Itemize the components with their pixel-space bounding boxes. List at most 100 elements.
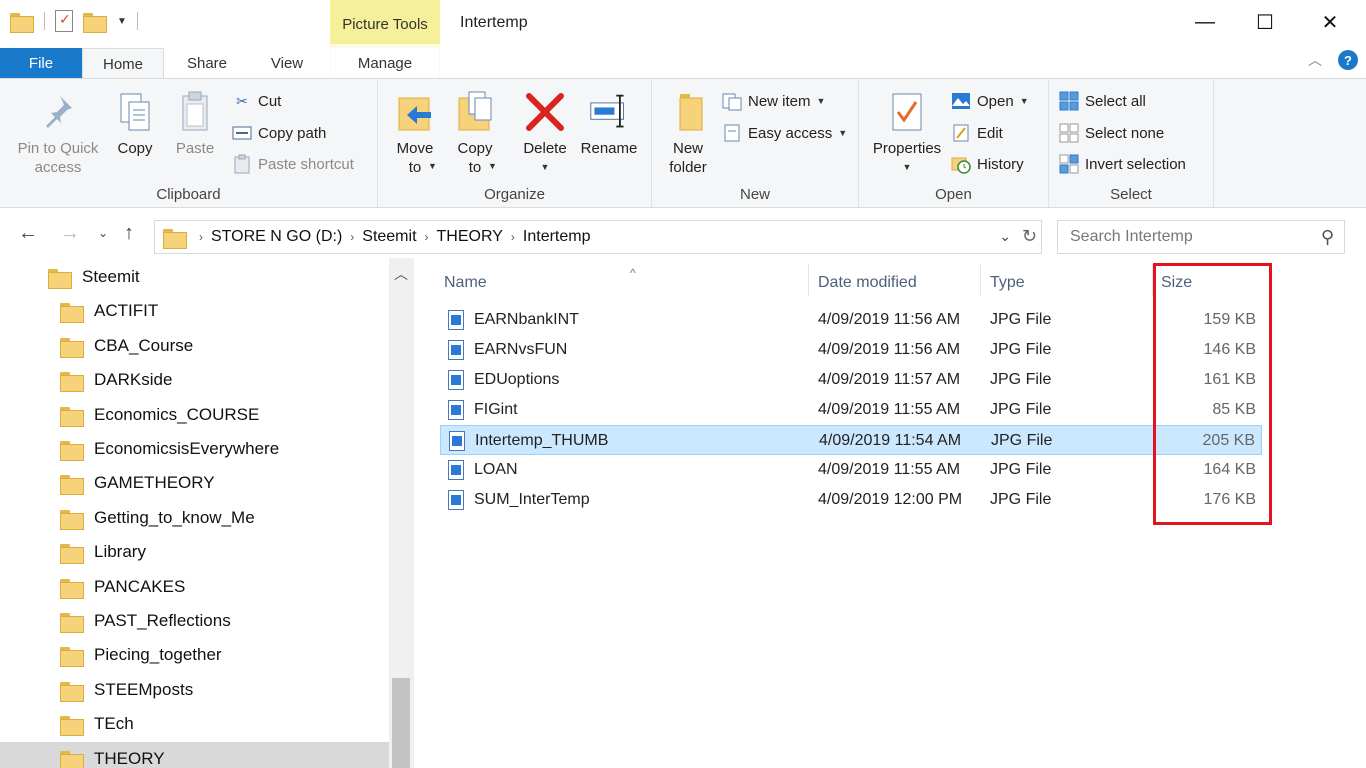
new-folder-button[interactable]: New folder — [660, 89, 716, 177]
sidebar-item-piecing-together[interactable]: Piecing_together — [0, 638, 390, 672]
select-all-icon — [1059, 91, 1079, 111]
tab-manage[interactable]: Manage — [331, 48, 439, 79]
table-row[interactable]: EARNvsFUN 4/09/2019 11:56 AM JPG File 146 K… — [440, 335, 1262, 365]
sidebar-item-economics-course[interactable]: Economics_COURSE — [0, 398, 390, 432]
sidebar-item-actifit[interactable]: ACTIFIT — [0, 294, 390, 328]
table-row[interactable]: EARNbankINT 4/09/2019 11:56 AM JPG File 159… — [440, 305, 1262, 335]
sort-ascending-icon: ^ — [630, 266, 636, 280]
address-bar[interactable]: › STORE N GO (D:) › Steemit › THEORY › I… — [154, 220, 1042, 254]
paste-shortcut-button[interactable]: Paste shortcut — [232, 152, 354, 176]
properties-icon[interactable] — [55, 10, 73, 32]
scrollbar-thumb[interactable] — [392, 678, 410, 768]
move-to-button[interactable]: Move to ▼ — [390, 89, 440, 177]
file-name: SUM_InterTemp — [474, 491, 590, 508]
tab-home[interactable]: Home — [82, 48, 164, 79]
scroll-up-icon[interactable]: ︿ — [394, 264, 408, 284]
minimize-button[interactable]: — — [1180, 8, 1230, 36]
table-row[interactable]: SUM_InterTemp 4/09/2019 12:00 PM JPG File 1… — [440, 485, 1262, 515]
sidebar-item-theory[interactable]: THEORY — [0, 741, 390, 768]
sidebar-item-cba-course[interactable]: CBA_Course — [0, 329, 390, 363]
copy-button[interactable]: Copy — [108, 89, 162, 158]
ribbon: Pin to Quick access Copy Paste ✂ Cut Cop… — [0, 78, 1366, 208]
edit-button[interactable]: Edit — [951, 121, 1003, 145]
nav-scrollbar[interactable]: ︿ — [389, 258, 413, 768]
column-header-name[interactable]: Name ^ — [444, 266, 636, 298]
sidebar-item-darkside[interactable]: DARKside — [0, 363, 390, 397]
breadcrumb-drive[interactable]: STORE N GO (D:) — [205, 228, 348, 246]
close-button[interactable]: ✕ — [1305, 8, 1355, 36]
sidebar-item-gametheory[interactable]: GAMETHEORY — [0, 466, 390, 500]
breadcrumb-intertemp[interactable]: Intertemp — [517, 228, 597, 246]
breadcrumb-steemit[interactable]: Steemit — [356, 228, 422, 246]
customize-toolbar-dropdown-icon[interactable]: ▼ — [117, 16, 127, 27]
easy-access-button[interactable]: Easy access ▼ — [722, 121, 847, 145]
history-button[interactable]: History — [951, 152, 1024, 176]
chevron-down-icon: ▼ — [902, 162, 912, 172]
file-type: JPG File — [990, 371, 1052, 388]
tab-view[interactable]: View — [250, 48, 324, 79]
sidebar-item-pancakes[interactable]: PANCAKES — [0, 570, 390, 604]
collapse-ribbon-icon[interactable]: ︿ — [1308, 50, 1322, 70]
column-header-type[interactable]: Type — [990, 268, 1025, 298]
pin-to-quick-access-button[interactable]: Pin to Quick access — [12, 89, 104, 177]
sidebar-item-steemit[interactable]: Steemit — [0, 260, 390, 294]
table-row[interactable]: FIGint 4/09/2019 11:55 AM JPG File 85 KB — [440, 395, 1262, 425]
sidebar-item-tech[interactable]: TEch — [0, 707, 390, 741]
copy-path-button[interactable]: Copy path — [232, 121, 326, 145]
select-none-icon — [1059, 123, 1079, 143]
new-folder-icon[interactable] — [83, 11, 107, 33]
sidebar-item-library[interactable]: Library — [0, 535, 390, 569]
recent-locations-chevron-icon[interactable]: ⌄ — [98, 226, 108, 240]
rename-button[interactable]: Rename — [578, 89, 640, 158]
file-date-modified: 4/09/2019 11:56 AM — [818, 311, 961, 328]
sidebar-item-past-reflections[interactable]: PAST_Reflections — [0, 604, 390, 638]
delete-button[interactable]: Delete ▼ — [514, 89, 576, 177]
new-item-button[interactable]: New item ▼ — [722, 89, 825, 113]
file-date-modified: 4/09/2019 11:54 AM — [819, 432, 962, 449]
properties-button[interactable]: Properties ▼ — [865, 89, 949, 177]
sidebar-item-economicsiseverywhere[interactable]: EconomicsisEverywhere — [0, 432, 390, 466]
invert-selection-icon — [1059, 154, 1079, 174]
sidebar-item-label: Steemit — [82, 267, 140, 286]
table-row[interactable]: EDUoptions 4/09/2019 11:57 AM JPG File 161 … — [440, 365, 1262, 395]
file-type: JPG File — [991, 432, 1053, 449]
up-arrow-icon[interactable]: ↑ — [124, 222, 134, 245]
copy-to-button[interactable]: Copy to ▼ — [450, 89, 500, 177]
file-name: LOAN — [474, 461, 518, 478]
file-name: Intertemp_THUMB — [475, 432, 609, 449]
column-divider[interactable] — [808, 264, 809, 296]
sidebar-item-label: Getting_to_know_Me — [94, 507, 255, 527]
address-dropdown-icon[interactable]: ⌄ — [999, 228, 1011, 245]
breadcrumb-theory[interactable]: THEORY — [431, 228, 509, 246]
navigation-pane: THEORY TEch STEEMposts Piecing_together PAST… — [0, 258, 414, 768]
maximize-button[interactable]: ☐ — [1240, 8, 1290, 36]
sidebar-item-label: Economics_COURSE — [94, 404, 260, 424]
select-none-button[interactable]: Select none — [1059, 121, 1164, 145]
chevron-down-icon: ▼ — [1019, 96, 1029, 106]
column-header-date[interactable]: Date modified — [818, 268, 917, 298]
forward-arrow-icon[interactable]: → — [60, 222, 80, 245]
chevron-down-icon: ▼ — [428, 161, 437, 171]
sidebar-item-label: PAST_Reflections — [94, 611, 231, 630]
help-icon[interactable]: ? — [1338, 50, 1358, 70]
column-divider[interactable] — [980, 264, 981, 296]
tab-share[interactable]: Share — [170, 48, 244, 79]
search-input[interactable]: Search Intertemp ⚲ — [1057, 220, 1345, 254]
folder-icon — [60, 680, 84, 702]
file-type: JPG File — [990, 311, 1052, 328]
jpg-file-icon — [448, 370, 464, 390]
sidebar-item-getting-to-know-me[interactable]: Getting_to_know_Me — [0, 501, 390, 535]
sidebar-item-label: CBA_Course — [94, 335, 194, 355]
sidebar-item-steemposts[interactable]: STEEMposts — [0, 673, 390, 707]
refresh-icon[interactable]: ↻ — [1022, 226, 1037, 247]
paste-button[interactable]: Paste — [168, 89, 222, 158]
back-arrow-icon[interactable]: ← — [18, 222, 38, 245]
table-row[interactable]: Intertemp_THUMB 4/09/2019 11:54 AM JPG Fil… — [440, 425, 1262, 455]
folder-icon[interactable] — [10, 11, 34, 33]
cut-button[interactable]: ✂ Cut — [232, 89, 281, 113]
open-button[interactable]: Open ▼ — [951, 89, 1029, 113]
table-row[interactable]: LOAN 4/09/2019 11:55 AM JPG File 164 KB — [440, 455, 1262, 485]
select-all-button[interactable]: Select all — [1059, 89, 1146, 113]
tab-file[interactable]: File — [0, 48, 82, 79]
invert-selection-button[interactable]: Invert selection — [1059, 152, 1186, 176]
